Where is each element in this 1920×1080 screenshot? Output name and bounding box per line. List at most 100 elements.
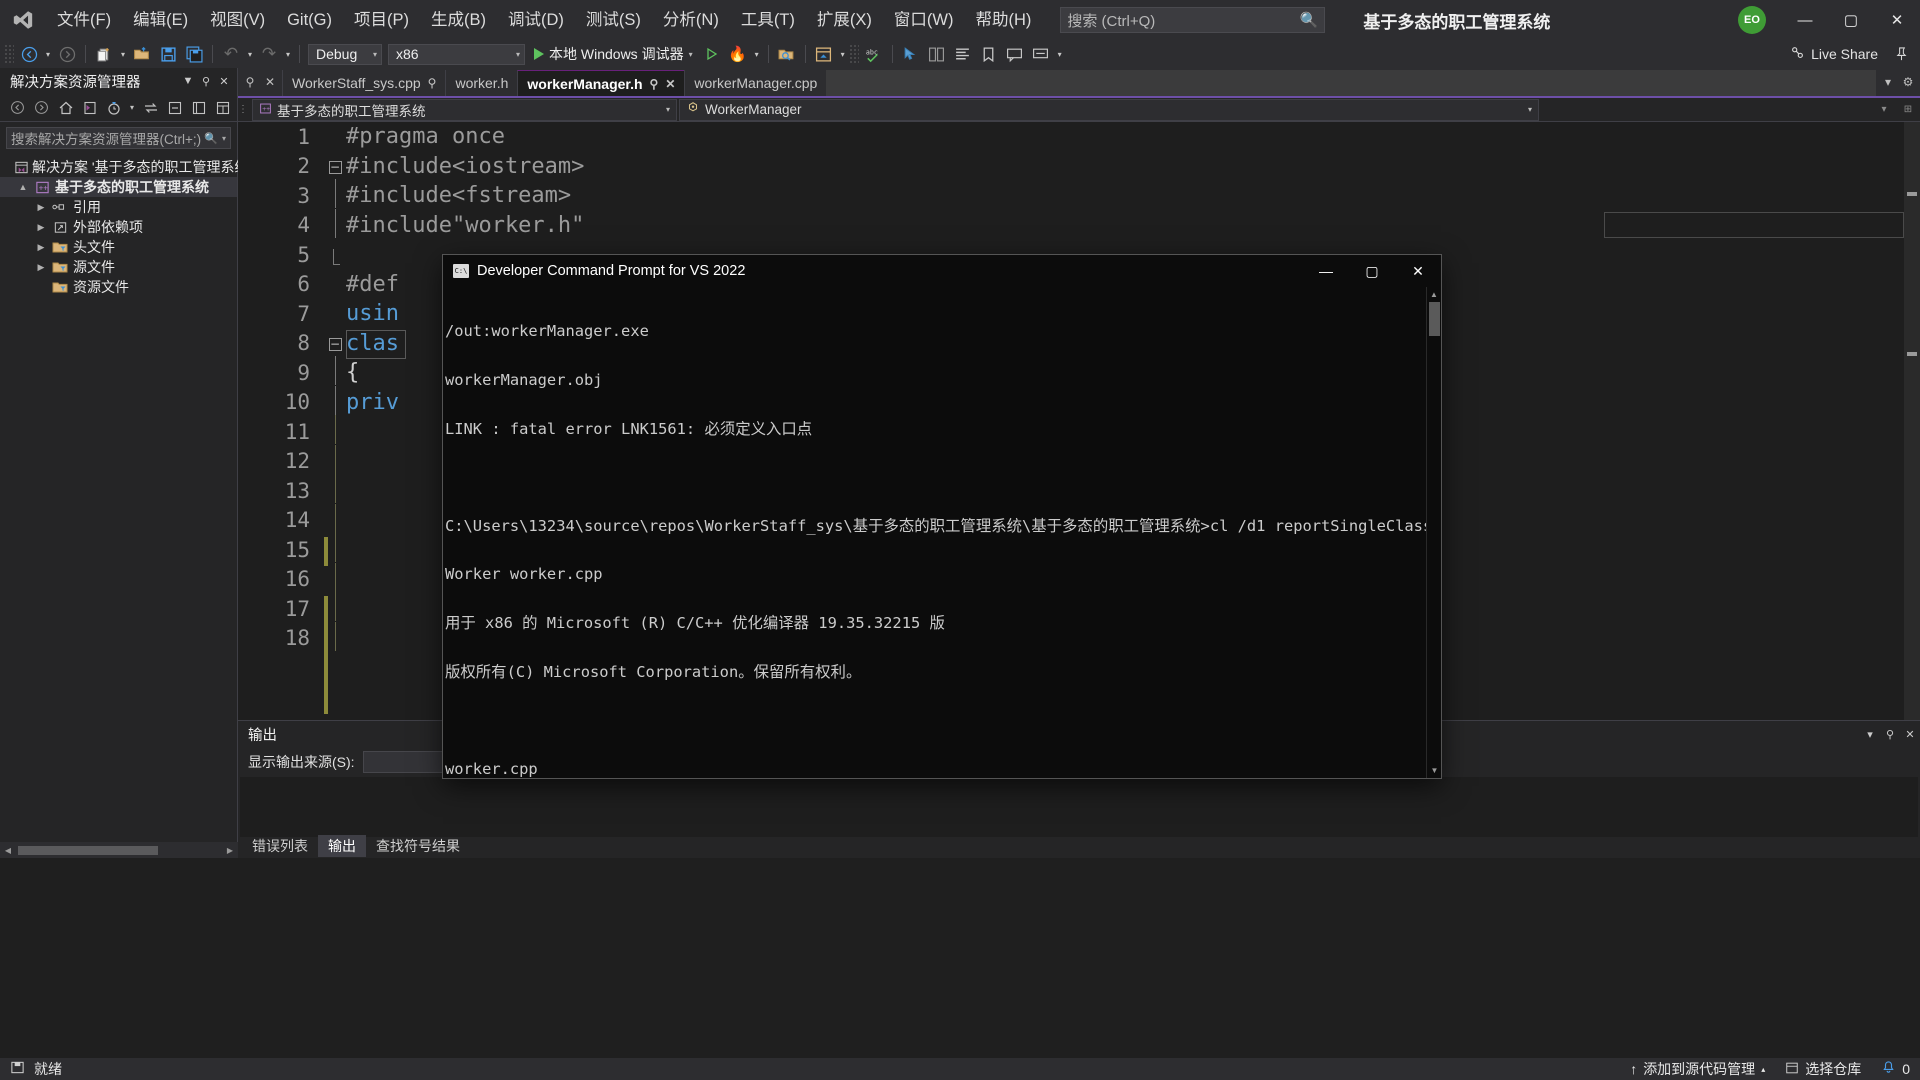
menu-item-project[interactable]: 项目(P) bbox=[343, 0, 420, 40]
scroll-left-icon[interactable]: ◀ bbox=[0, 846, 16, 855]
menu-item-debug[interactable]: 调试(D) bbox=[497, 0, 575, 40]
solution-explorer-icon[interactable] bbox=[811, 42, 837, 66]
start-without-debugging-icon[interactable] bbox=[699, 42, 725, 66]
solution-platform-dropdown[interactable]: x86 ▾ bbox=[388, 43, 525, 65]
solution-explorer-horizontal-scrollbar[interactable]: ◀ ▶ bbox=[0, 842, 238, 858]
cmd-title-bar[interactable]: C:\ Developer Command Prompt for VS 2022… bbox=[443, 255, 1441, 287]
menu-item-window[interactable]: 窗口(W) bbox=[883, 0, 965, 40]
hot-reload-icon[interactable]: 🔥 bbox=[725, 42, 751, 66]
cmd-minimize-button[interactable]: — bbox=[1303, 255, 1349, 287]
pin-tab-icon[interactable]: ⚲ bbox=[428, 76, 437, 90]
start-debugging-button[interactable]: 本地 Windows 调试器 ▾ bbox=[528, 42, 699, 66]
pin-panel-icon[interactable]: ⚲ bbox=[1880, 728, 1900, 741]
cmd-vertical-scrollbar[interactable]: ▲ ▼ bbox=[1426, 287, 1441, 778]
scroll-down-icon[interactable]: ▼ bbox=[1427, 763, 1442, 778]
cmd-console-output[interactable]: /out:workerManager.exe workerManager.obj… bbox=[443, 287, 1441, 778]
main-menu[interactable]: 文件(F) 编辑(E) 视图(V) Git(G) 项目(P) 生成(B) 调试(… bbox=[46, 0, 1042, 40]
pin-panel-icon[interactable]: ⚲ bbox=[197, 75, 215, 88]
se-back-icon[interactable] bbox=[6, 97, 29, 119]
uncomment-icon[interactable] bbox=[1028, 42, 1054, 66]
expand-twisty-icon[interactable]: ▶ bbox=[32, 222, 50, 233]
se-forward-icon[interactable] bbox=[30, 97, 53, 119]
code-line[interactable]: 3 #include<fstream> bbox=[238, 179, 1920, 211]
code-line[interactable]: 2 − #include<iostream> bbox=[238, 152, 1920, 182]
editor-vertical-scrollbar[interactable] bbox=[1904, 122, 1920, 742]
toolbar-overflow-icon[interactable]: ▾ bbox=[1054, 50, 1066, 59]
tree-item-external-dependencies[interactable]: ▶ 外部依赖项 bbox=[0, 217, 237, 237]
scrollbar-thumb[interactable] bbox=[18, 845, 158, 855]
tree-item-source-files[interactable]: ▶ 源文件 bbox=[0, 257, 237, 277]
tree-item-project[interactable]: ▲ ++ 基于多态的职工管理系统 bbox=[0, 177, 237, 197]
se-show-all-files-icon[interactable] bbox=[187, 97, 210, 119]
navigate-back-icon[interactable] bbox=[16, 42, 42, 66]
menu-item-analyze[interactable]: 分析(N) bbox=[652, 0, 730, 40]
redo-icon[interactable]: ↷ bbox=[256, 42, 282, 66]
solution-explorer-search-input[interactable]: 搜索解决方案资源管理器(Ctrl+;) 🔍 ▾ bbox=[6, 127, 231, 149]
avatar[interactable]: EO bbox=[1738, 6, 1766, 34]
panel-menu-icon[interactable]: ▾ bbox=[1860, 728, 1880, 741]
expand-twisty-icon[interactable]: ▶ bbox=[32, 202, 50, 213]
cmd-maximize-button[interactable]: ▢ bbox=[1349, 255, 1395, 287]
tab-error-list[interactable]: 错误列表 bbox=[242, 835, 318, 857]
tree-item-solution[interactable]: 解决方案 '基于多态的职工管理系统 bbox=[0, 157, 249, 177]
hot-reload-dropdown-icon[interactable]: ▾ bbox=[751, 50, 763, 59]
expand-twisty-icon[interactable]: ▶ bbox=[32, 242, 50, 253]
tab-workermanager-h[interactable]: workerManager.h ⚲ ✕ bbox=[517, 70, 685, 96]
se-pending-changes-icon[interactable] bbox=[102, 97, 125, 119]
tab-overflow-icon[interactable]: ▾ bbox=[1880, 75, 1896, 89]
minimize-button[interactable]: — bbox=[1782, 0, 1828, 40]
se-properties-icon[interactable] bbox=[211, 97, 234, 119]
menu-item-extensions[interactable]: 扩展(X) bbox=[806, 0, 883, 40]
scroll-right-icon[interactable]: ▶ bbox=[222, 846, 238, 855]
menu-item-edit[interactable]: 编辑(E) bbox=[122, 0, 199, 40]
comment-icon[interactable] bbox=[1002, 42, 1028, 66]
menu-item-build[interactable]: 生成(B) bbox=[420, 0, 497, 40]
close-panel-icon[interactable]: ✕ bbox=[215, 75, 233, 88]
tabstrip-settings-icon[interactable]: ⚙ bbox=[1900, 75, 1916, 89]
quick-search-input[interactable]: 搜索 (Ctrl+Q) 🔍 bbox=[1060, 7, 1326, 33]
se-switch-view-icon[interactable] bbox=[78, 97, 101, 119]
tab-output[interactable]: 输出 bbox=[318, 835, 366, 857]
notifications-button[interactable]: 0 bbox=[1871, 1058, 1920, 1080]
menu-item-git[interactable]: Git(G) bbox=[276, 0, 343, 40]
new-item-dropdown-icon[interactable]: ▾ bbox=[117, 50, 129, 59]
pin-tabstrip-icon[interactable]: ⚲ bbox=[242, 75, 258, 89]
code-line[interactable]: 1 #pragma once bbox=[238, 122, 1920, 152]
tab-workermanager-cpp[interactable]: workerManager.cpp bbox=[684, 70, 827, 96]
pin-toolbar-icon[interactable] bbox=[1888, 42, 1914, 66]
close-tabgroup-icon[interactable]: ✕ bbox=[262, 75, 278, 89]
redo-dropdown-icon[interactable]: ▾ bbox=[282, 50, 294, 59]
select-repository-button[interactable]: 选择仓库 bbox=[1775, 1058, 1871, 1080]
fold-gutter[interactable]: − bbox=[324, 157, 346, 175]
developer-command-prompt-window[interactable]: C:\ Developer Command Prompt for VS 2022… bbox=[443, 255, 1441, 778]
chevron-down-icon[interactable]: ▾ bbox=[222, 134, 226, 143]
menu-item-view[interactable]: 视图(V) bbox=[199, 0, 276, 40]
expand-twisty-icon[interactable]: ▶ bbox=[32, 262, 50, 273]
tab-find-symbol-results[interactable]: 查找符号结果 bbox=[366, 835, 470, 857]
cmd-close-button[interactable]: ✕ bbox=[1395, 255, 1441, 287]
navbar-collapse-icon[interactable]: ▾ bbox=[1872, 104, 1896, 115]
scrollbar-thumb[interactable] bbox=[1429, 302, 1440, 336]
close-panel-icon[interactable]: ✕ bbox=[1900, 728, 1920, 741]
scroll-up-icon[interactable]: ▲ bbox=[1427, 287, 1441, 302]
maximize-button[interactable]: ▢ bbox=[1828, 0, 1874, 40]
spellcheck-icon[interactable]: abc bbox=[861, 42, 887, 66]
navbar-project-dropdown[interactable]: ++ 基于多态的职工管理系统 ▾ bbox=[252, 98, 677, 121]
toolbar-grip-icon[interactable] bbox=[4, 44, 14, 64]
solution-explorer-dropdown-icon[interactable]: ▾ bbox=[837, 50, 849, 59]
tab-workerstaff-sys-cpp[interactable]: WorkerStaff_sys.cpp ⚲ bbox=[282, 70, 446, 96]
format-document-icon[interactable] bbox=[950, 42, 976, 66]
close-tab-icon[interactable]: ✕ bbox=[665, 77, 675, 91]
menu-item-test[interactable]: 测试(S) bbox=[575, 0, 652, 40]
navbar-grip-icon[interactable]: ⋮⋮ bbox=[238, 104, 258, 115]
navbar-split-icon[interactable]: ⊞ bbox=[1896, 104, 1920, 115]
menu-item-help[interactable]: 帮助(H) bbox=[964, 0, 1042, 40]
se-home-icon[interactable] bbox=[54, 97, 77, 119]
bookmark-icon[interactable] bbox=[976, 42, 1002, 66]
save-icon[interactable] bbox=[155, 42, 181, 66]
add-to-source-control-button[interactable]: ↑ 添加到源代码管理 ▴ bbox=[1620, 1058, 1775, 1080]
tree-item-references[interactable]: ▶ 引用 bbox=[0, 197, 237, 217]
select-tool-icon[interactable] bbox=[898, 42, 924, 66]
expand-twisty-icon[interactable]: ▲ bbox=[14, 182, 32, 192]
se-collapse-all-icon[interactable] bbox=[163, 97, 186, 119]
